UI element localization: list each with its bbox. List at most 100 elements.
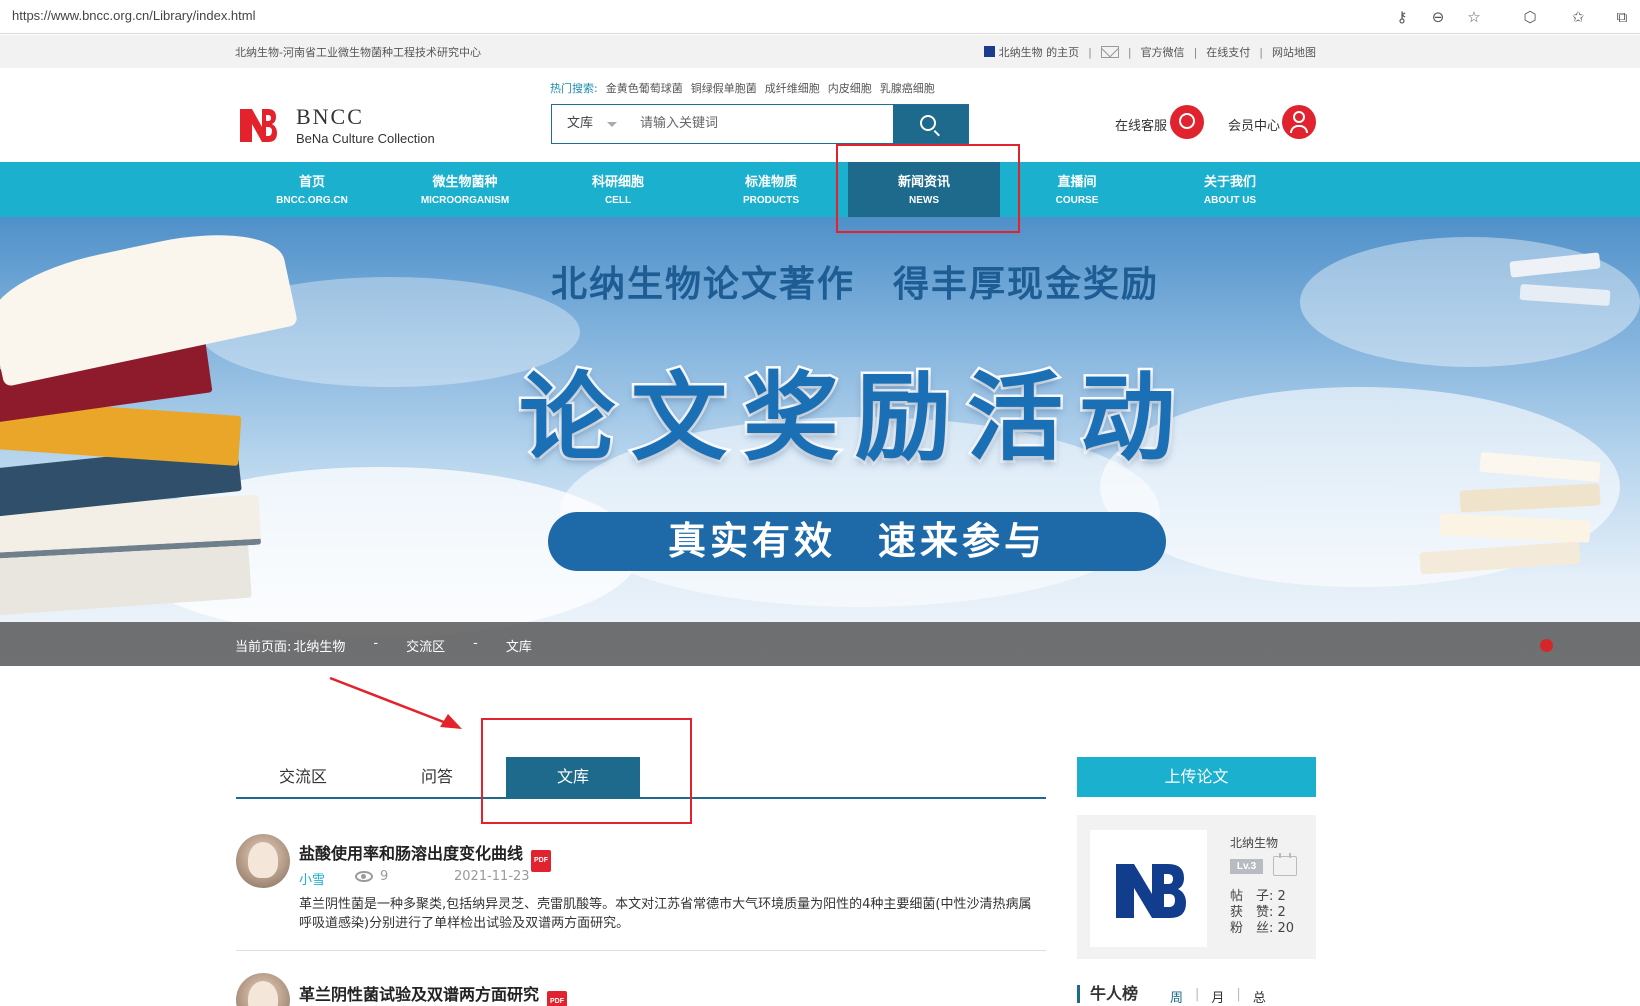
article-item: 盐酸使用率和肠溶出度变化曲线 PDF 小雪 9 2021-11-23 革兰阴性菌是… <box>236 834 1046 954</box>
hot-search-link[interactable]: 成纤维细胞 <box>765 80 820 96</box>
hot-search-link[interactable]: 金黄色葡萄球菌 <box>606 80 683 96</box>
utility-links: 北纳生物 的主页 | | 官方微信 | 在线支付 | 网站地图 <box>983 44 1316 60</box>
profile-logo-icon[interactable] <box>1090 830 1207 947</box>
site-description: 北纳生物-河南省工业微生物菌种工程技术研究中心 <box>235 46 481 59</box>
separator: | <box>1088 45 1092 59</box>
profile-posts: 帖 子: 2 <box>1230 889 1286 904</box>
tab-exchange[interactable]: 交流区 <box>236 757 370 797</box>
nav-label-cn: 直播间 <box>1057 175 1097 190</box>
article-title[interactable]: 革兰阴性菌试验及双谱两方面研究 <box>299 985 539 1004</box>
key-icon[interactable]: ⚷ <box>1392 7 1412 27</box>
browser-toolbar: https://www.bncc.org.cn/Library/index.ht… <box>0 0 1640 34</box>
nav-label-en: COURSE <box>1055 195 1099 206</box>
profile-fans: 粉 丝: 20 <box>1230 921 1295 936</box>
eye-icon <box>355 871 373 882</box>
article-title-row: 革兰阴性菌试验及双谱两方面研究 PDF <box>299 981 568 1006</box>
nav-label-cn: 标准物质 <box>744 175 797 190</box>
highlight-box-news <box>836 144 1020 233</box>
breadcrumb-item-library[interactable]: 文库 <box>506 636 532 655</box>
nav-item-cell[interactable]: 科研细胞 CELL <box>542 162 694 217</box>
chevron-down-icon <box>607 122 617 127</box>
headset-icon <box>1179 113 1195 129</box>
author-avatar[interactable] <box>236 834 290 888</box>
member-icon[interactable] <box>1282 105 1316 139</box>
search-icon <box>920 115 936 131</box>
author-avatar[interactable] <box>236 973 290 1006</box>
profile-name[interactable]: 北纳生物 <box>1230 834 1278 851</box>
separator: | <box>1193 45 1198 59</box>
nav-label-en: ABOUT US <box>1203 195 1257 206</box>
level-badge: Lv.3 <box>1230 859 1263 874</box>
hot-search-link[interactable]: 乳腺癌细胞 <box>880 80 935 96</box>
nav-item-course[interactable]: 直播间 COURSE <box>1001 162 1153 217</box>
mail-icon[interactable] <box>1100 46 1119 58</box>
hot-search-link[interactable]: 内皮细胞 <box>828 80 872 96</box>
calendar-icon[interactable] <box>1273 853 1297 876</box>
homepage-link-label: 北纳生物 的主页 <box>998 46 1080 59</box>
breadcrumb-separator: - <box>373 636 379 651</box>
logo-title[interactable]: BNCC <box>296 104 364 130</box>
article-item: 革兰阴性菌试验及双谱两方面研究 PDF <box>236 973 1046 1006</box>
homepage-link[interactable]: 北纳生物 的主页 <box>983 44 1080 60</box>
address-bar[interactable]: https://www.bncc.org.cn/Library/index.ht… <box>12 8 256 23</box>
bncc-mini-logo-icon <box>983 46 995 57</box>
nav-label-en: BNCC.ORG.CN <box>276 195 348 206</box>
breadcrumb-bar: 当前页面: 北纳生物 - 交流区 - 文库 <box>0 622 1640 666</box>
nav-item-home[interactable]: 首页 BNCC.ORG.CN <box>236 162 388 217</box>
article-author[interactable]: 小雪 <box>299 869 325 888</box>
breadcrumb-separator: - <box>473 636 478 651</box>
rank-tab-month[interactable]: 月 <box>1211 987 1224 1006</box>
pdf-icon: PDF <box>531 850 552 872</box>
nav-label-cn: 科研细胞 <box>591 175 644 190</box>
rank-tab-week[interactable]: 周 <box>1170 987 1183 1006</box>
pay-link[interactable]: 在线支付 <box>1206 44 1250 60</box>
main-nav: 首页 BNCC.ORG.CN 微生物菌种 MICROORGANISM 科研细胞 … <box>0 162 1640 217</box>
online-service-link[interactable]: 在线客服 <box>1115 115 1167 134</box>
separator: | <box>1195 987 1200 1002</box>
separator: | <box>1259 45 1263 59</box>
user-body-icon <box>1290 125 1308 133</box>
favorite-add-icon[interactable]: ☆ <box>1464 7 1484 27</box>
collections-icon[interactable]: ⧉ <box>1612 7 1632 27</box>
search-button[interactable] <box>893 105 968 143</box>
nav-label-cn: 微生物菌种 <box>432 175 498 190</box>
profile-likes: 获 赞: 2 <box>1230 905 1286 920</box>
sitemap-link[interactable]: 网站地图 <box>1272 44 1316 60</box>
breadcrumb-item-exchange[interactable]: 交流区 <box>406 636 445 655</box>
nav-item-about[interactable]: 关于我们 ABOUT US <box>1154 162 1306 217</box>
nav-label-cn: 首页 <box>298 175 325 190</box>
favorites-icon[interactable]: ✩ <box>1568 7 1588 27</box>
rank-title: 牛人榜 <box>1077 985 1138 1003</box>
hot-searches-label: 热门搜索: <box>550 82 598 95</box>
banner-title: 论文奖励活动 <box>517 360 1191 477</box>
hot-search-link[interactable]: 铜绿假单胞菌 <box>691 80 757 96</box>
nav-item-products[interactable]: 标准物质 PRODUCTS <box>695 162 847 217</box>
member-center-link[interactable]: 会员中心 <box>1228 115 1280 134</box>
rank-tabs: 周 | 月 | 总 <box>1170 987 1266 1006</box>
article-title[interactable]: 盐酸使用率和肠溶出度变化曲线 <box>299 844 523 863</box>
search-category-value: 文库 <box>567 116 594 131</box>
extensions-icon[interactable]: ⬡ <box>1520 7 1540 27</box>
nav-label-en: CELL <box>604 195 632 206</box>
site-header: BNCC BeNa Culture Collection 热门搜索: 金黄色葡萄… <box>0 68 1640 162</box>
zoom-out-icon[interactable]: ⊖ <box>1428 7 1448 27</box>
rank-tab-total[interactable]: 总 <box>1253 987 1266 1006</box>
slider-dot-indicator[interactable] <box>1540 639 1553 652</box>
bncc-logo-icon[interactable] <box>238 105 278 145</box>
search-category-select[interactable]: 文库 <box>552 105 638 143</box>
highlight-box-library <box>481 718 692 824</box>
upload-paper-button[interactable]: 上传论文 <box>1077 757 1316 797</box>
nav-item-microorganism[interactable]: 微生物菌种 MICROORGANISM <box>389 162 541 217</box>
promo-banner[interactable]: 北纳生物论文著作 得丰厚现金奖励 论文奖励活动 真实有效 速来参与 当前页面: … <box>0 217 1640 666</box>
breadcrumb: 当前页面: 北纳生物 - 交流区 - 文库 <box>235 636 532 655</box>
nav-label-en: MICROORGANISM <box>420 195 510 206</box>
divider <box>236 950 1046 951</box>
logo-subtitle: BeNa Culture Collection <box>296 131 435 146</box>
wechat-link[interactable]: 官方微信 <box>1141 44 1185 60</box>
hot-searches: 热门搜索: 金黄色葡萄球菌 铜绿假单胞菌 成纤维细胞 内皮细胞 乳腺癌细胞 <box>550 80 935 96</box>
search-input[interactable]: 请输入关键词 <box>638 105 893 143</box>
banner-cta-pill[interactable]: 真实有效 速来参与 <box>548 512 1166 571</box>
customer-service-icon[interactable] <box>1170 105 1204 139</box>
article-date: 2021-11-23 <box>454 869 530 884</box>
breadcrumb-item-home[interactable]: 北纳生物 <box>293 636 345 655</box>
